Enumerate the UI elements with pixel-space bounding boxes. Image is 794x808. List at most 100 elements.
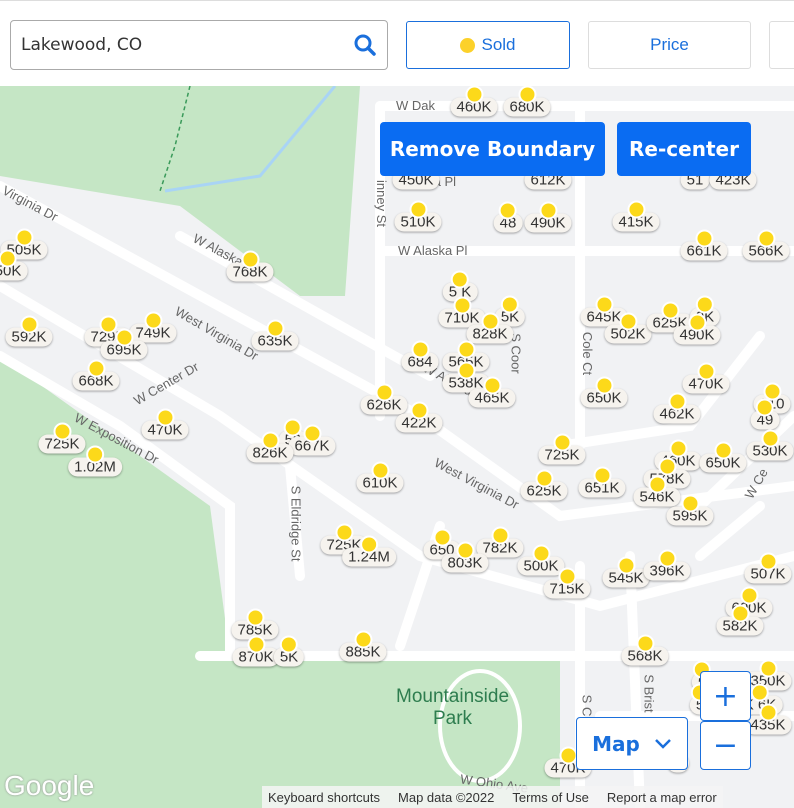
sold-marker[interactable]: 695K (100, 328, 148, 360)
sold-marker[interactable]: 582K (716, 604, 764, 636)
report-error-link[interactable]: Report a map error (607, 790, 717, 805)
sold-marker[interactable]: 470K (141, 408, 189, 440)
sold-marker[interactable]: 1.02M (68, 445, 122, 477)
sold-pin-icon (374, 383, 393, 402)
sold-marker[interactable]: 592K (5, 315, 53, 347)
sold-marker[interactable]: 1.24M (342, 535, 396, 567)
sold-marker[interactable]: 422K (395, 401, 443, 433)
sold-pin-icon (517, 86, 536, 104)
sold-marker[interactable]: 803K (441, 541, 489, 573)
sold-pin-icon (647, 475, 666, 494)
sold-marker[interactable]: 725K (38, 422, 86, 454)
search-icon[interactable] (353, 33, 377, 57)
map-type-label: Map (592, 731, 640, 756)
sold-pin-icon (98, 315, 117, 334)
zoom-in-button[interactable]: + (700, 671, 751, 721)
terms-link[interactable]: Terms of Use (512, 790, 589, 805)
sold-pin-icon (433, 528, 451, 547)
price-label: Price (650, 35, 689, 54)
sold-marker[interactable]: 828K (466, 312, 514, 344)
sold-pin-icon (667, 392, 686, 411)
sold-marker[interactable]: 507K (744, 552, 792, 584)
sold-pin-icon (696, 362, 715, 381)
sold-pin-icon (499, 201, 517, 220)
sold-marker[interactable]: 650K (580, 376, 628, 408)
more-filter-button[interactable] (769, 21, 794, 69)
sold-pin-icon (756, 398, 774, 417)
map-footer: Keyboard shortcuts Map data ©2022 Terms … (262, 786, 723, 808)
sold-marker[interactable]: 566K (742, 229, 790, 261)
sold-pin-icon (760, 429, 779, 448)
sold-marker[interactable]: 490K (673, 313, 721, 345)
sold-pin-icon (594, 376, 613, 395)
sold-pin-icon (86, 359, 105, 378)
sold-marker[interactable]: 530K (746, 429, 794, 461)
search-input[interactable] (21, 35, 353, 55)
sold-marker[interactable]: 870K (232, 635, 280, 667)
sold-filter-button[interactable]: Sold (406, 21, 570, 69)
sold-marker[interactable]: 502K (604, 312, 652, 344)
sold-marker[interactable]: 545K (602, 556, 650, 588)
sold-pin-icon (660, 301, 679, 320)
sold-marker[interactable]: 635K (251, 319, 299, 351)
sold-marker[interactable]: 470K (682, 362, 730, 394)
sold-pin-icon (245, 608, 264, 627)
sold-marker[interactable]: 625K (520, 469, 568, 501)
sold-marker[interactable]: 650K (699, 441, 747, 473)
sold-marker[interactable]: 885K (339, 630, 387, 662)
sold-marker[interactable]: 460K (450, 86, 498, 117)
sold-marker[interactable]: 510K (394, 200, 442, 232)
sold-marker[interactable]: 415K (612, 200, 660, 232)
sold-marker[interactable]: 595K (666, 494, 714, 526)
sold-marker[interactable]: 546K (633, 475, 681, 507)
top-bar: Sold Price (0, 0, 794, 86)
sold-marker[interactable]: 396K (643, 549, 691, 581)
zoom-out-button[interactable]: − (700, 721, 751, 770)
keyboard-shortcuts-link[interactable]: Keyboard shortcuts (268, 790, 380, 805)
recenter-button[interactable]: Re-center (617, 122, 751, 176)
sold-marker[interactable]: 49 (750, 398, 780, 430)
price-filter-button[interactable]: Price (588, 21, 751, 69)
street-label: inney St (373, 180, 389, 227)
sold-pin-icon (490, 526, 509, 545)
sold-pin-icon (14, 228, 33, 247)
sold-pin-icon (411, 340, 429, 359)
sold-marker[interactable]: 435K (744, 703, 792, 735)
sold-marker[interactable]: 626K (360, 383, 408, 415)
sold-pin-icon (265, 319, 284, 338)
map-type-select[interactable]: Map (576, 717, 688, 770)
remove-boundary-button[interactable]: Remove Boundary (380, 122, 605, 176)
sold-marker[interactable]: 490K (524, 201, 572, 233)
search-box[interactable] (10, 20, 388, 70)
sold-marker[interactable]: 462K (653, 392, 701, 424)
map-data-text: Map data ©2022 (398, 789, 495, 805)
sold-marker[interactable]: 680K (503, 86, 551, 117)
sold-marker[interactable]: 725K (538, 433, 586, 465)
street-label: S C (579, 694, 595, 717)
street-label: W Dak (396, 98, 435, 113)
sold-marker[interactable]: 48 (493, 201, 523, 233)
sold-pin-icon (143, 311, 162, 330)
sold-marker[interactable]: 768K (226, 250, 274, 282)
sold-pin-icon (353, 630, 372, 649)
sold-pin-icon (450, 270, 469, 289)
sold-pin-icon (260, 431, 279, 450)
sold-marker[interactable]: 826K (246, 431, 294, 463)
sold-marker[interactable]: 667K (288, 424, 336, 456)
sold-pin-icon (657, 457, 676, 476)
sold-marker[interactable]: 465K (468, 376, 516, 408)
sold-marker[interactable]: 661K (680, 229, 728, 261)
sold-marker[interactable]: 684 (401, 340, 439, 372)
sold-dot-icon (460, 37, 476, 53)
sold-pin-icon (155, 408, 174, 427)
sold-marker[interactable]: 50K (0, 249, 28, 281)
sold-pin-icon (657, 549, 676, 568)
sold-marker[interactable]: 568K (621, 634, 669, 666)
map[interactable]: W Dak W Alaska Pl W Alaska Pl Virginia D… (0, 86, 794, 808)
sold-marker[interactable]: 715K (543, 567, 591, 599)
sold-marker[interactable]: 5K (273, 635, 305, 667)
sold-marker[interactable]: 651K (578, 466, 626, 498)
sold-marker[interactable]: 610K (356, 461, 404, 493)
sold-marker[interactable]: 668K (72, 359, 120, 391)
street-label: W Alaska Pl (398, 243, 468, 258)
